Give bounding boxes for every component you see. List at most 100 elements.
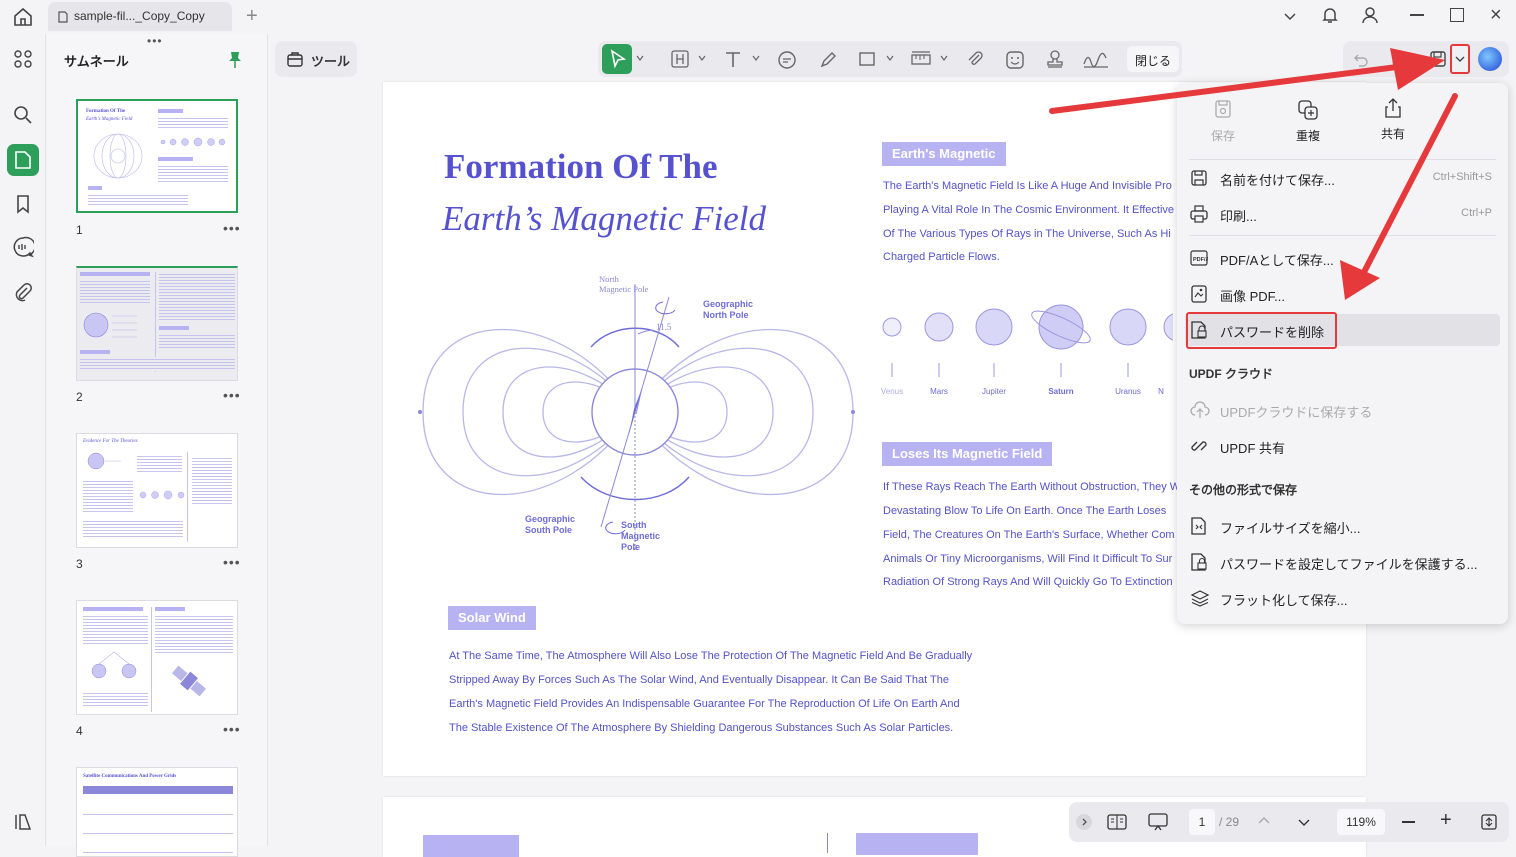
bookmark-icon[interactable] (7, 188, 39, 220)
sidebar-toggle-icon[interactable] (7, 806, 39, 838)
fit-page-icon[interactable] (1480, 813, 1498, 831)
body-text: Earth's Magnetic Field Provides An Indis… (449, 698, 960, 710)
text-icon[interactable] (723, 49, 743, 69)
paperclip-icon[interactable] (966, 50, 984, 68)
cursor-icon (610, 49, 627, 69)
menu-flatten[interactable]: フラット化して保存... (1177, 581, 1508, 615)
thumbnail-page-4[interactable] (76, 600, 238, 715)
document-tab[interactable]: sample-fil..._Copy_Copy × (48, 2, 232, 31)
save-options-dropdown[interactable] (1450, 44, 1470, 74)
bell-icon[interactable] (1320, 5, 1340, 25)
collapse-bar-button[interactable] (1076, 814, 1092, 830)
thumbnail-page-2[interactable] (76, 266, 238, 381)
body-text: The Earth's Magnetic Field Is Like A Hug… (883, 180, 1172, 192)
menu-share-label: 共有 (1380, 127, 1405, 141)
menu-image-pdf[interactable]: 画像 PDF... (1177, 277, 1508, 311)
page-more-icon[interactable]: ••• (223, 554, 241, 570)
chevron-down-icon[interactable] (940, 54, 948, 62)
page-more-icon[interactable]: ••• (223, 721, 241, 737)
undo-icon[interactable] (1353, 51, 1369, 67)
body-text: The Stable Existence Of The Atmosphere B… (449, 722, 954, 734)
geographic-south-label: Geographic South Pole (525, 514, 575, 535)
close-window-icon[interactable]: × (1490, 5, 1502, 25)
planet-label: Jupiter (981, 387, 1006, 396)
panel-title: サムネール (64, 54, 129, 69)
select-tool[interactable] (602, 44, 632, 74)
page-more-icon[interactable]: ••• (223, 220, 241, 236)
body-text: Radiation Of Strong Rays And Will Quickl… (883, 576, 1173, 588)
thumbnail-page-5[interactable]: Satellite Communications And Power Grids (76, 767, 238, 857)
thumbnail-page-1[interactable]: Formation Of The Earth's Magnetic Field (76, 99, 238, 213)
measure-icon[interactable] (910, 50, 932, 68)
zoom-in-icon[interactable]: + (1440, 810, 1452, 830)
menu-remove-password[interactable]: パスワードを削除 (1177, 313, 1508, 347)
minimize-icon[interactable] (1410, 14, 1424, 16)
pin-icon[interactable] (228, 51, 242, 69)
page-number: 3 (76, 557, 83, 571)
apps-icon[interactable] (7, 43, 39, 75)
menu-save-pdfa[interactable]: PDF/A PDF/Aとして保存... (1177, 241, 1508, 275)
ai-assistant-icon[interactable] (1478, 47, 1502, 71)
angle-label: 11.5 (656, 322, 672, 332)
presentation-icon[interactable] (1147, 812, 1169, 832)
comment-icon[interactable] (7, 231, 39, 263)
prev-page-icon[interactable] (1257, 814, 1271, 828)
new-tab-icon[interactable]: + (246, 5, 258, 28)
menu-reduce-size[interactable]: ファイルサイズを縮小... (1177, 509, 1508, 543)
menu-print[interactable]: 印刷... Ctrl+P (1177, 197, 1508, 231)
page-number-input[interactable]: 1 (1189, 809, 1215, 835)
planets-diagram (882, 304, 1173, 377)
section-heading: Earth's Magnetic (882, 142, 1006, 166)
chevron-down-icon[interactable] (698, 54, 706, 62)
image-pdf-icon (1190, 285, 1208, 303)
body-text: Of The Various Types Of Rays in The Univ… (883, 228, 1171, 240)
drag-handle[interactable]: ••• (147, 34, 163, 48)
menu-duplicate-button[interactable]: 重複 (1270, 95, 1346, 149)
zoom-out-icon[interactable] (1402, 821, 1415, 823)
menu-label: UPDF 共有 (1220, 441, 1286, 456)
sticker-icon[interactable] (1005, 50, 1025, 70)
stamp-icon[interactable] (1045, 49, 1065, 69)
body-text: At The Same Time, The Atmosphere Will Al… (449, 650, 973, 662)
menu-share-button[interactable]: 共有 (1355, 95, 1431, 149)
rectangle-icon[interactable] (858, 50, 876, 68)
pencil-icon[interactable] (818, 50, 838, 70)
tab-title: sample-fil..._Copy_Copy (74, 9, 205, 23)
user-icon[interactable] (1360, 5, 1380, 25)
menu-save-as[interactable]: 名前を付けて保存... Ctrl+Shift+S (1177, 161, 1508, 195)
chevron-down-icon[interactable] (636, 54, 644, 62)
comment-note-icon[interactable] (777, 50, 797, 70)
svg-text:PDF/A: PDF/A (1193, 257, 1208, 263)
chevron-down-icon (1455, 56, 1465, 62)
page-layout-icon[interactable] (1107, 813, 1127, 831)
menu-updf-share[interactable]: UPDF 共有 (1177, 429, 1508, 463)
save-icon[interactable] (1429, 50, 1447, 68)
south-magnetic-label: South Magnetic Pole (621, 520, 660, 552)
body-text: Playing A Vital Role In The Cosmic Envir… (883, 204, 1175, 216)
highlight-icon[interactable] (671, 50, 689, 68)
chevron-down-icon[interactable] (752, 54, 760, 62)
tools-button[interactable]: ツール (275, 41, 357, 77)
close-button[interactable]: 閉じる (1127, 46, 1179, 72)
menu-protect-password[interactable]: パスワードを設定してファイルを保護する... (1177, 545, 1508, 579)
chevron-down-icon[interactable] (886, 54, 894, 62)
home-icon[interactable] (12, 6, 34, 28)
chevron-down-icon[interactable] (1282, 8, 1298, 24)
signature-icon[interactable] (1082, 50, 1110, 70)
zoom-level[interactable]: 119% (1337, 809, 1385, 835)
attachment-icon[interactable] (7, 276, 39, 308)
body-text: Field, The Creatures On The Earth's Surf… (883, 529, 1175, 541)
menu-save-label: 保存 (1210, 129, 1235, 143)
search-icon[interactable] (7, 99, 39, 131)
redo-icon[interactable] (1391, 51, 1407, 67)
compress-icon (1190, 517, 1208, 535)
maximize-icon[interactable] (1450, 8, 1464, 22)
page-more-icon[interactable]: ••• (223, 387, 241, 403)
menu-label: パスワードを設定してファイルを保護する... (1220, 557, 1478, 572)
thumbnail-page-3[interactable]: Evidence For The Theories (76, 433, 238, 548)
next-page-icon[interactable] (1297, 815, 1311, 829)
menu-save-button[interactable]: 保存 (1185, 95, 1261, 149)
duplicate-icon (1297, 99, 1319, 121)
menu-save-cloud[interactable]: UPDFクラウドに保存する (1177, 393, 1508, 427)
thumbnail-view-icon[interactable] (7, 144, 39, 176)
